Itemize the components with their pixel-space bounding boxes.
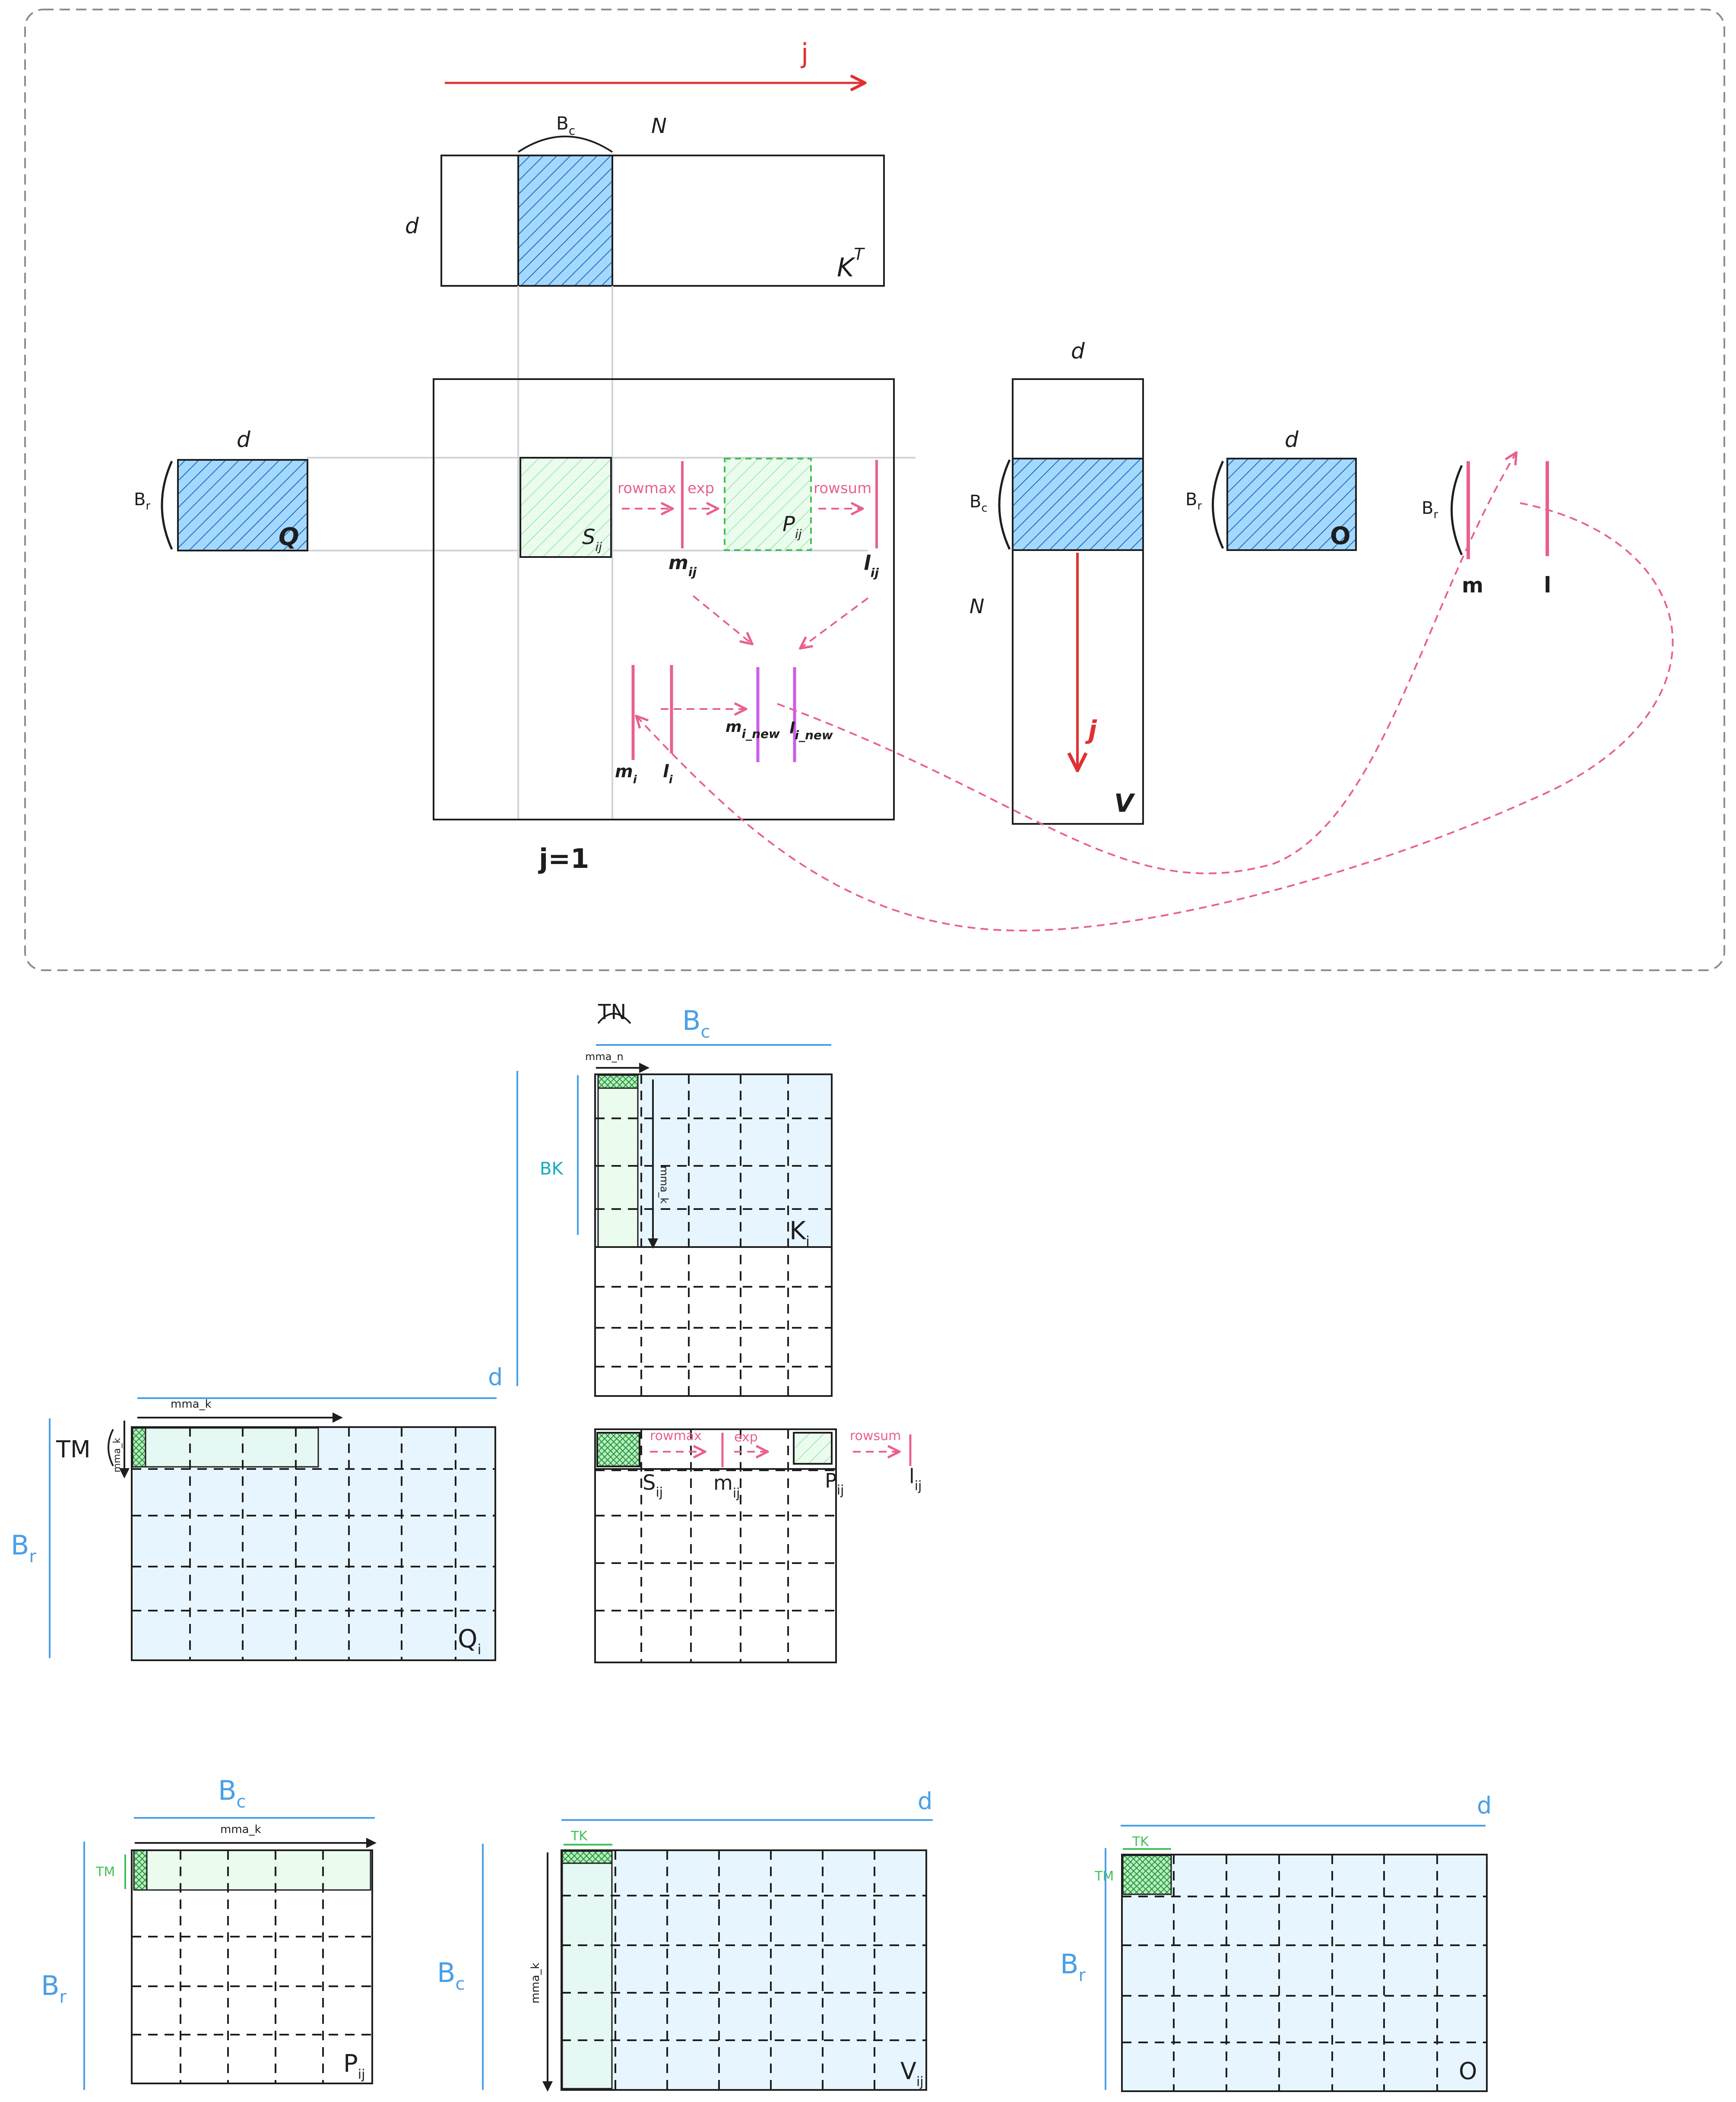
ml-br-label: Br [1422,498,1438,521]
flash-attention-diagram: j Bc N d KT d Br Q Sij rowmax exp mij Pi… [11,9,1725,2092]
p-tile: Bc mma_k TM Br Pij [41,1775,377,2090]
m-global-label: m [1462,573,1483,598]
s-exp-label: exp [734,1430,758,1445]
v-tile-cell [561,1850,613,1864]
kt-d-label: d [405,213,419,238]
kt-n-label: N [651,114,667,138]
j-equals-1-label: j=1 [538,843,589,874]
m-new-label: mi_new [725,718,780,741]
q-d-label: d [237,427,250,452]
v-n-label: N [969,595,984,618]
p-br-label: Br [41,1970,67,2007]
k-tile: TN Bc mma_n mma_k BK Ki [516,1000,833,1397]
o-block: d Br O [1185,427,1357,551]
p-tile-name: Pij [343,2050,365,2082]
s-ij-block: Sij [520,457,612,558]
v-bc-label: Bc [437,1957,465,1994]
k-lower-fill [595,1247,832,1396]
s-matrix-frame [433,378,895,820]
l-ij-label: lij [864,551,879,580]
o-fill [1122,1855,1487,2091]
q-mma-k-label: mma_k [171,1398,212,1411]
q-mma-k-vert-label: mma_k [112,1438,123,1472]
v-j-label: j [1085,715,1097,744]
q-br-label: Br [134,490,150,513]
v-name: V [1114,788,1135,818]
q-block: d Br Q [134,427,308,551]
p-tile-strip [133,1849,371,1891]
q-tile-d-label: d [488,1364,503,1391]
o-tile: d TK TM Br O [1060,1792,1492,2092]
s-rowmax-label: rowmax [650,1428,702,1444]
p-bc-label: Bc [218,1775,246,1812]
s-tile: rowmax exp rowsum Sij mij Pij lij [594,1428,922,1663]
v-tile-strip [561,1850,613,2089]
new-to-global-curve [777,453,1516,874]
s-tile-cell [596,1432,640,1467]
kt-matrix: Bc N d KT [405,113,885,287]
k-tn-label: TN [598,1000,626,1024]
v-matrix: d Bc N j V [969,339,1144,825]
v-d-label: d [1071,339,1085,364]
o-tm-label: TM [1094,1869,1114,1884]
k-mma-k-label: mma_k [658,1166,670,1203]
k-bc-label: Bc [682,1005,710,1042]
v-block-bc [1012,458,1144,551]
l-global-label: l [1544,573,1551,598]
o-br-label: Br [1060,1948,1086,1985]
v-mma-k-label: mma_k [529,1963,542,2004]
s-p-cell [793,1432,833,1465]
o-d-label: d [1285,427,1299,452]
k-bk-label: BK [540,1159,564,1179]
rowsum-label: rowsum [814,480,871,497]
s-tile-p-label: Pij [825,1469,844,1498]
s-tile-s-label: Sij [643,1471,663,1500]
bc-brace [517,136,613,153]
j-arrow-label: j [800,38,808,69]
o-tile-d-label: d [1477,1792,1492,1819]
q-name: Q [279,523,299,551]
l-i-label: li [663,762,673,786]
v-tile: d TK mma_k Bc Vij [437,1788,933,2092]
kt-bc-label: Bc [556,113,575,138]
s-rowsum-label: rowsum [850,1428,901,1444]
kt-name: KT [837,245,865,283]
o-tile-cell [1122,1855,1172,1895]
o-name: O [1330,522,1351,550]
global-to-old-curve [637,502,1674,932]
k-tile-cell [597,1074,639,1089]
k-mma-n-label: mma_n [585,1051,624,1063]
o-br-label: Br [1185,490,1202,513]
global-m-l: Br m l [1422,461,1551,598]
v-tile-d-label: d [918,1788,932,1815]
overview-panel: j Bc N d KT d Br Q Sij rowmax exp mij Pi… [24,9,1725,971]
s-tile-l-label: lij [909,1465,922,1494]
v-tk-label: TK [570,1829,588,1844]
m-ij-label: mij [668,552,697,579]
o-tile-name: O [1459,2058,1477,2085]
p-tm-label: TM [95,1865,115,1880]
q-tile: d mma_k TM mma_k Br Qi [11,1364,503,1661]
kt-block-bc [517,155,613,287]
rowmax-label: rowmax [618,480,676,497]
k-tile-strip [597,1074,639,1248]
q-tm-label: TM [56,1436,91,1463]
q-tile-br-label: Br [11,1529,37,1567]
m-ij-to-new-arrow [692,595,751,643]
v-bc-label: Bc [969,492,988,515]
p-tile-cell [133,1849,148,1891]
s-tile-m-label: mij [713,1471,740,1501]
m-i-label: mi [615,762,637,786]
q-tile-cell [132,1427,146,1468]
p-mma-k-label: mma_k [220,1823,261,1836]
p-ij-block: Pij [724,458,812,551]
l-ij-to-new-arrow [801,597,869,648]
exp-label: exp [687,480,714,497]
q-tile-strip [132,1427,319,1468]
o-tk-label: TK [1132,1834,1149,1849]
